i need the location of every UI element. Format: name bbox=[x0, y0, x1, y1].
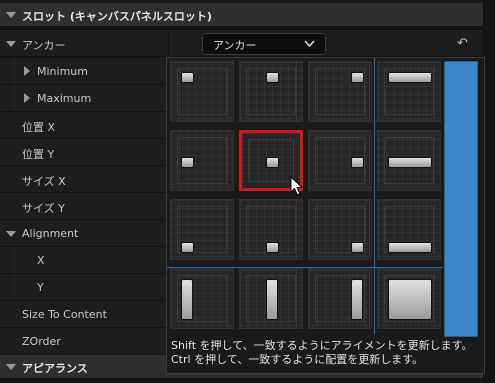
anchor-marker bbox=[267, 73, 278, 82]
anchor-preset-bottom-stretch[interactable] bbox=[377, 199, 441, 260]
anchor-marker bbox=[182, 158, 193, 167]
prop-label: Maximum bbox=[37, 92, 92, 105]
anchor-preset-popup: Shift を押して、一致するようにアライメントを更新します。 Ctrl を押し… bbox=[166, 57, 485, 374]
prop-label: 位置 Y bbox=[22, 148, 55, 161]
reset-to-default-icon[interactable]: ↶ bbox=[457, 36, 468, 51]
anchor-preset-bottom-right[interactable] bbox=[308, 199, 372, 260]
slot-section-header[interactable]: スロット (キャンバスパネルスロット) bbox=[0, 3, 495, 27]
prop-label: サイズ Y bbox=[22, 202, 65, 215]
collapse-arrow-icon[interactable] bbox=[6, 41, 16, 47]
column-divider bbox=[168, 30, 169, 56]
indent-guide bbox=[14, 247, 15, 273]
anchor-marker bbox=[352, 73, 363, 82]
anchor-preset-left-stretch[interactable] bbox=[170, 268, 234, 329]
grid-divider bbox=[374, 58, 375, 334]
anchor-preset-top-center[interactable] bbox=[239, 61, 303, 122]
anchor-marker bbox=[352, 243, 363, 252]
prop-label: X bbox=[37, 254, 45, 267]
anchor-marker bbox=[267, 280, 277, 319]
anchor-marker bbox=[352, 158, 363, 167]
prop-label: ZOrder bbox=[22, 335, 61, 348]
anchor-preset-full-stretch[interactable] bbox=[377, 268, 441, 329]
anchor-marker bbox=[182, 243, 193, 252]
expand-arrow-icon[interactable] bbox=[24, 93, 30, 103]
anchor-preset-right-stretch[interactable] bbox=[308, 268, 372, 329]
anchor-preset-top-left[interactable] bbox=[170, 61, 234, 122]
preview-panel bbox=[444, 61, 478, 337]
anchor-preset-bottom-left[interactable] bbox=[170, 199, 234, 260]
collapse-arrow-icon[interactable] bbox=[6, 364, 16, 370]
anchor-marker bbox=[389, 158, 431, 167]
collapse-arrow-icon[interactable] bbox=[6, 12, 16, 18]
tooltip-line: Shift を押して、一致するようにアライメントを更新します。 bbox=[171, 339, 473, 352]
prop-label: Alignment bbox=[22, 227, 79, 240]
prop-label: 位置 X bbox=[22, 121, 56, 134]
anchor-preset-top-right[interactable] bbox=[308, 61, 372, 122]
anchor-preset-vertical-center-stretch[interactable] bbox=[239, 268, 303, 329]
anchor-marker bbox=[389, 243, 431, 252]
anchor-marker bbox=[182, 280, 192, 319]
anchor-marker bbox=[182, 73, 193, 82]
anchor-marker bbox=[267, 158, 278, 167]
prop-label: サイズ X bbox=[22, 175, 66, 188]
prop-label: Y bbox=[37, 281, 44, 294]
anchor-marker bbox=[389, 73, 431, 82]
tooltip-line: Ctrl を押して、一致するように配置を更新します。 bbox=[171, 353, 424, 366]
mouse-pointer-icon bbox=[290, 175, 304, 199]
prop-label: Minimum bbox=[37, 65, 88, 78]
anchor-preset-center-right[interactable] bbox=[308, 130, 372, 191]
tooltip-text: Shift を押して、一致するようにアライメントを更新します。 Ctrl を押し… bbox=[171, 339, 473, 367]
anchor-preset-top-stretch[interactable] bbox=[377, 61, 441, 122]
dropdown-label: アンカー bbox=[213, 39, 257, 52]
chevron-down-icon bbox=[304, 38, 315, 51]
anchor-marker bbox=[267, 243, 278, 252]
indent-guide bbox=[14, 58, 15, 84]
section-title: スロット (キャンバスパネルスロット) bbox=[22, 10, 212, 23]
anchor-marker bbox=[352, 280, 362, 319]
section-title: アピアランス bbox=[22, 362, 88, 375]
indent-guide bbox=[14, 85, 15, 111]
prop-label: Size To Content bbox=[22, 308, 107, 321]
anchor-preset-center-stretch[interactable] bbox=[377, 130, 441, 191]
anchor-marker bbox=[389, 280, 431, 319]
anchor-preset-center-left[interactable] bbox=[170, 130, 234, 191]
anchor-preset-bottom-center[interactable] bbox=[239, 199, 303, 260]
grid-divider bbox=[167, 267, 443, 268]
indent-guide bbox=[14, 274, 15, 300]
collapse-arrow-icon[interactable] bbox=[6, 231, 16, 237]
expand-arrow-icon[interactable] bbox=[24, 66, 30, 76]
prop-label: アンカー bbox=[22, 39, 66, 52]
anchor-dropdown[interactable]: アンカー bbox=[202, 33, 326, 55]
